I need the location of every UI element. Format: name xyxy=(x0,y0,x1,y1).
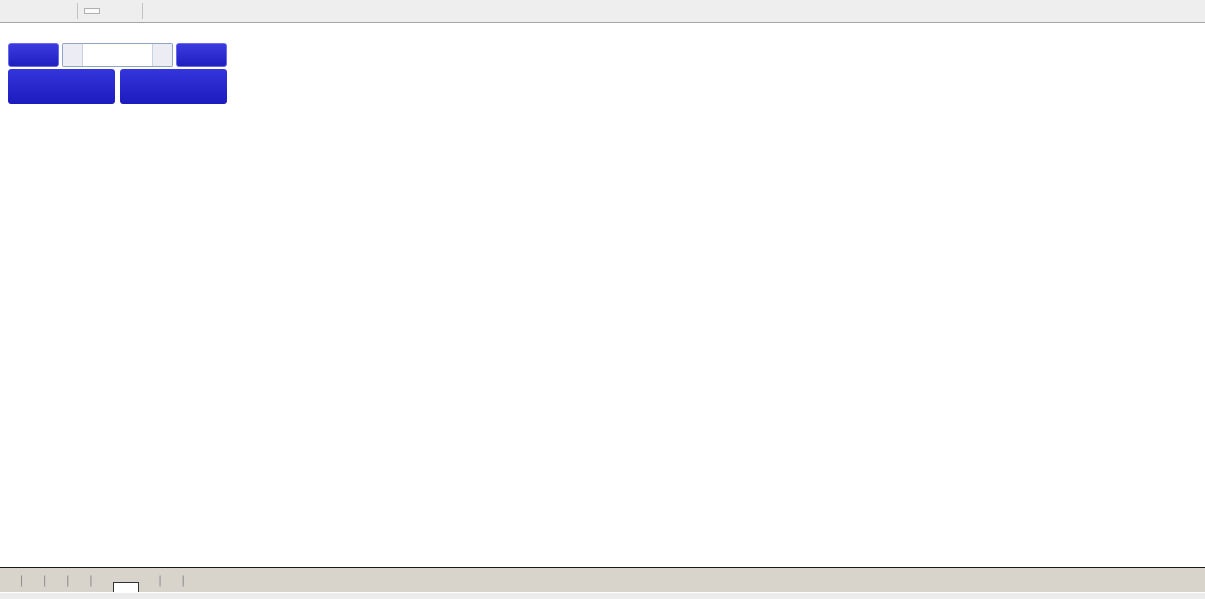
bid-price-box[interactable] xyxy=(8,69,115,104)
volume-decrease-button[interactable] xyxy=(63,44,83,66)
chart-tab-xauusd[interactable] xyxy=(139,583,159,592)
volume-spinner xyxy=(62,43,173,67)
tab-divider xyxy=(182,573,185,592)
chart-tab-usdx[interactable] xyxy=(0,583,20,592)
timeframe-button-d1[interactable] xyxy=(84,8,100,14)
volume-increase-button[interactable] xyxy=(152,44,172,66)
ask-price-box[interactable] xyxy=(120,69,227,104)
chart-tab-usdcad[interactable] xyxy=(93,583,113,592)
buy-button[interactable] xyxy=(176,43,227,67)
timeframe-button-w1[interactable] xyxy=(102,8,118,14)
timeframe-button-m5[interactable] xyxy=(1,8,17,14)
chart-tab-usdchf[interactable] xyxy=(69,583,89,592)
toolbar-separator xyxy=(142,3,143,19)
chart-tab-usdcnh[interactable] xyxy=(113,582,139,592)
chart-tab-eurusd[interactable] xyxy=(23,583,43,592)
timeframe-button-h4[interactable] xyxy=(55,8,71,14)
timeframe-button-mn[interactable] xyxy=(120,8,136,14)
timeframe-button-h1[interactable] xyxy=(37,8,53,14)
timeframe-button-m30[interactable] xyxy=(19,8,35,14)
timeframe-toolbar xyxy=(0,0,1205,23)
volume-input[interactable] xyxy=(83,44,152,66)
chart-tab-ukoil[interactable] xyxy=(162,583,182,592)
chart-tab-bar xyxy=(0,567,1205,592)
one-click-trade-panel xyxy=(8,43,227,104)
sell-button[interactable] xyxy=(8,43,59,67)
chart-tab-audusd[interactable] xyxy=(46,583,66,592)
chart-title xyxy=(16,28,22,40)
toolbar-separator xyxy=(77,3,78,19)
